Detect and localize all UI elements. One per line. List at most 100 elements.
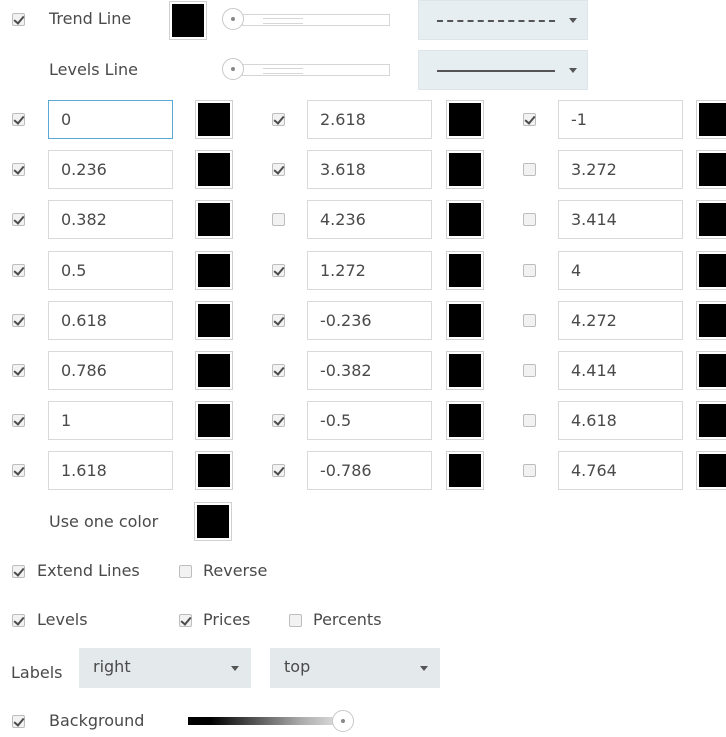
level-color-swatch[interactable] bbox=[696, 451, 726, 490]
level-color-swatch[interactable] bbox=[195, 301, 233, 340]
level-value-input[interactable]: 0.236 bbox=[48, 150, 173, 189]
level-checkbox[interactable] bbox=[523, 264, 536, 277]
level-checkbox[interactable] bbox=[523, 414, 536, 427]
level-value-input[interactable]: 4.414 bbox=[558, 351, 683, 390]
level-color-swatch[interactable] bbox=[696, 301, 726, 340]
level-checkbox[interactable] bbox=[523, 364, 536, 377]
level-value-input[interactable]: 0.786 bbox=[48, 351, 173, 390]
level-checkbox[interactable] bbox=[272, 464, 285, 477]
slider-knob[interactable] bbox=[332, 710, 354, 732]
level-color-swatch[interactable] bbox=[446, 351, 484, 390]
level-checkbox[interactable] bbox=[523, 464, 536, 477]
level-color-swatch[interactable] bbox=[195, 251, 233, 290]
level-color-swatch[interactable] bbox=[696, 150, 726, 189]
level-value-input[interactable]: 3.414 bbox=[558, 200, 683, 239]
solid-line-icon bbox=[437, 70, 555, 72]
level-checkbox[interactable] bbox=[12, 163, 25, 176]
level-checkbox[interactable] bbox=[272, 314, 285, 327]
percents-checkbox[interactable] bbox=[289, 614, 302, 627]
level-value-input[interactable]: 4.272 bbox=[558, 301, 683, 340]
level-checkbox[interactable] bbox=[12, 213, 25, 226]
levels-line-width-slider[interactable] bbox=[222, 58, 392, 80]
background-checkbox[interactable] bbox=[12, 715, 25, 728]
levels-line-style-select[interactable] bbox=[418, 50, 588, 90]
level-color-swatch[interactable] bbox=[446, 251, 484, 290]
trend-line-style-select[interactable] bbox=[418, 0, 588, 40]
extend-lines-checkbox[interactable] bbox=[12, 565, 25, 578]
level-color-swatch[interactable] bbox=[195, 200, 233, 239]
reverse-checkbox[interactable] bbox=[179, 565, 192, 578]
level-value-input[interactable]: 0 bbox=[48, 100, 173, 139]
level-value-input[interactable]: -1 bbox=[558, 100, 683, 139]
level-checkbox[interactable] bbox=[272, 364, 285, 377]
level-value-input[interactable]: -0.786 bbox=[307, 451, 432, 490]
level-checkbox[interactable] bbox=[12, 464, 25, 477]
level-checkbox[interactable] bbox=[272, 163, 285, 176]
trend-line-checkbox[interactable] bbox=[12, 13, 25, 26]
labels-horizontal-select[interactable]: right bbox=[79, 648, 251, 688]
level-color-swatch[interactable] bbox=[195, 451, 233, 490]
level-value-input[interactable]: 3.272 bbox=[558, 150, 683, 189]
level-color-swatch[interactable] bbox=[446, 150, 484, 189]
level-color-swatch[interactable] bbox=[195, 150, 233, 189]
trend-line-color-swatch[interactable] bbox=[169, 1, 207, 40]
background-label: Background bbox=[49, 711, 145, 730]
slider-knob[interactable] bbox=[222, 58, 244, 80]
level-color-swatch[interactable] bbox=[195, 351, 233, 390]
level-value-input[interactable]: 1.272 bbox=[307, 251, 432, 290]
prices-checkbox[interactable] bbox=[179, 614, 192, 627]
level-value-input[interactable]: 0.5 bbox=[48, 251, 173, 290]
reverse-label: Reverse bbox=[203, 561, 268, 580]
level-value-input[interactable]: 1.618 bbox=[48, 451, 173, 490]
level-color-swatch[interactable] bbox=[446, 301, 484, 340]
level-checkbox[interactable] bbox=[12, 364, 25, 377]
level-color-swatch[interactable] bbox=[195, 100, 233, 139]
level-checkbox[interactable] bbox=[523, 213, 536, 226]
level-color-swatch[interactable] bbox=[696, 100, 726, 139]
level-value-input[interactable]: 1 bbox=[48, 401, 173, 440]
trend-line-width-slider[interactable] bbox=[222, 8, 392, 30]
level-color-swatch[interactable] bbox=[696, 351, 726, 390]
labels-vertical-value: top bbox=[284, 657, 311, 676]
labels-vertical-select[interactable]: top bbox=[270, 648, 440, 688]
level-checkbox[interactable] bbox=[12, 264, 25, 277]
level-color-swatch[interactable] bbox=[446, 451, 484, 490]
level-value-input[interactable]: 0.382 bbox=[48, 200, 173, 239]
background-transparency-slider[interactable] bbox=[188, 717, 338, 725]
level-checkbox[interactable] bbox=[12, 414, 25, 427]
level-checkbox[interactable] bbox=[272, 113, 285, 126]
level-color-swatch[interactable] bbox=[446, 100, 484, 139]
prices-label: Prices bbox=[203, 610, 251, 629]
level-value-input[interactable]: 4.618 bbox=[558, 401, 683, 440]
level-checkbox[interactable] bbox=[523, 163, 536, 176]
level-color-swatch[interactable] bbox=[696, 200, 726, 239]
level-color-swatch[interactable] bbox=[195, 401, 233, 440]
use-one-color-swatch[interactable] bbox=[194, 502, 232, 541]
level-value-input[interactable]: 0.618 bbox=[48, 301, 173, 340]
level-checkbox[interactable] bbox=[272, 414, 285, 427]
level-checkbox[interactable] bbox=[523, 113, 536, 126]
level-value-input[interactable]: 4.764 bbox=[558, 451, 683, 490]
level-color-swatch[interactable] bbox=[696, 401, 726, 440]
level-color-swatch[interactable] bbox=[446, 401, 484, 440]
level-value-input[interactable]: 2.618 bbox=[307, 100, 432, 139]
level-checkbox[interactable] bbox=[12, 314, 25, 327]
chevron-down-icon bbox=[420, 666, 428, 671]
chevron-down-icon bbox=[231, 666, 239, 671]
level-value-input[interactable]: 4 bbox=[558, 251, 683, 290]
level-value-input[interactable]: 3.618 bbox=[307, 150, 432, 189]
slider-knob[interactable] bbox=[222, 8, 244, 30]
level-value-input[interactable]: 4.236 bbox=[307, 200, 432, 239]
level-color-swatch[interactable] bbox=[696, 251, 726, 290]
level-checkbox[interactable] bbox=[523, 314, 536, 327]
level-value-input[interactable]: -0.5 bbox=[307, 401, 432, 440]
chevron-down-icon bbox=[569, 18, 577, 23]
level-value-input[interactable]: -0.382 bbox=[307, 351, 432, 390]
level-color-swatch[interactable] bbox=[446, 200, 484, 239]
labels-label: Labels bbox=[11, 663, 63, 682]
level-checkbox[interactable] bbox=[272, 264, 285, 277]
levels-option-checkbox[interactable] bbox=[12, 614, 25, 627]
level-checkbox[interactable] bbox=[12, 113, 25, 126]
level-checkbox[interactable] bbox=[272, 213, 285, 226]
level-value-input[interactable]: -0.236 bbox=[307, 301, 432, 340]
